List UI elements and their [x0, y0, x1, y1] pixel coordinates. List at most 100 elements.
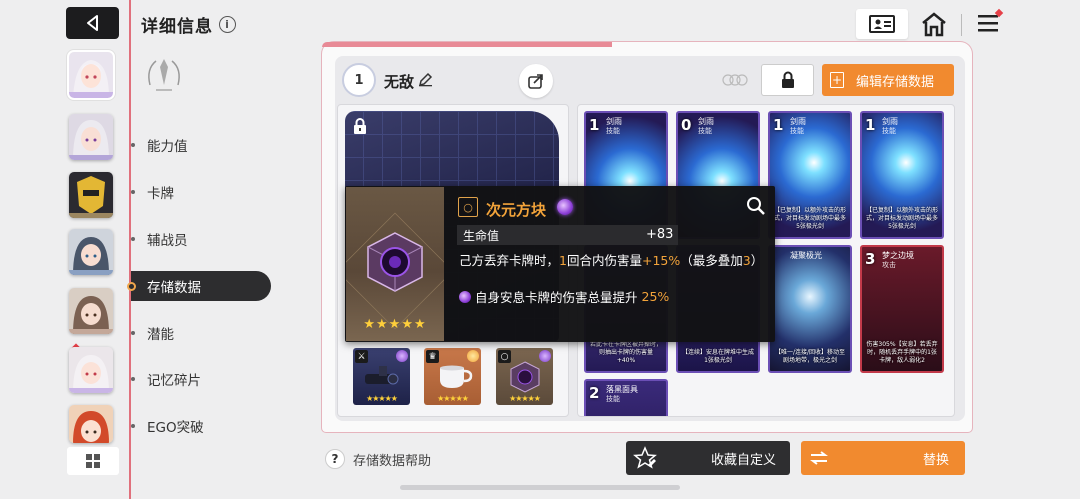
- card-cost: 2: [589, 384, 600, 402]
- character-portrait: [69, 288, 113, 334]
- character-portrait: [69, 114, 113, 160]
- home-button[interactable]: [918, 9, 950, 39]
- grid-view-button[interactable]: [67, 447, 119, 475]
- character-avatar-5[interactable]: [69, 288, 113, 334]
- tooltip-effect-1: 己方丢弃卡牌时，1回合内伤害量+15%（最多叠加3）: [459, 252, 764, 270]
- id-card-icon: [869, 15, 895, 33]
- slot-stars: ★★★★★: [509, 394, 541, 403]
- skill-card-3[interactable]: 1 剑雨 技能 【已复制】以额外攻击的形式，对目标发动剧场中最多5张极光剑: [768, 111, 852, 239]
- character-portrait: [69, 52, 113, 98]
- inspect-button[interactable]: [744, 194, 768, 218]
- card-desc: 【唯一/连接/回收】移动至剧场地带，极光之剑: [774, 349, 846, 364]
- skill-card-7[interactable]: 凝聚极光 【唯一/连接/回收】移动至剧场地带，极光之剑: [768, 245, 852, 373]
- equipment-slot-weapon[interactable]: ⚔ ★★★★★: [353, 348, 410, 405]
- nav-label: EGO突破: [147, 420, 204, 436]
- equipment-slot-armor[interactable]: ♛ ★★★★★: [424, 348, 481, 405]
- swap-icon: [810, 451, 828, 465]
- deck-level: 1: [354, 72, 364, 88]
- weapon-item-icon: [365, 366, 399, 385]
- deck-level-badge: 1: [342, 63, 376, 97]
- nav-item-potential[interactable]: 潜能: [131, 318, 271, 348]
- tooltip-item-image: ★★★★★: [346, 187, 444, 341]
- nav-bullet: [131, 424, 135, 428]
- grid-icon: [86, 454, 100, 468]
- nav-label: 存储数据: [147, 280, 201, 296]
- effect-highlight: 3: [742, 253, 751, 268]
- replace-button[interactable]: 替换: [801, 441, 965, 475]
- character-emblem-icon: [140, 55, 188, 101]
- nav-item-saved-data[interactable]: 存储数据: [127, 271, 271, 301]
- character-avatar-4[interactable]: [69, 229, 113, 275]
- lock-icon: [781, 71, 794, 88]
- share-button[interactable]: [519, 64, 553, 98]
- tooltip-stars: ★★★★★: [363, 317, 427, 332]
- card-name: 凝聚极光: [790, 251, 822, 260]
- tooltip-effect-2: 自身安息卡牌的伤害总量提升 25%: [459, 287, 669, 306]
- effect-highlight: 1: [559, 253, 567, 268]
- active-ring-icon: [127, 281, 136, 291]
- card-desc: 【已复制】以额外攻击的形式，对目标发动剧场中最多5张极光剑: [866, 207, 939, 230]
- equipment-slot-accessory[interactable]: ○ ★★★★★: [496, 348, 553, 405]
- nav-bullet: [131, 190, 135, 194]
- panel-accent-stripe: [322, 42, 612, 47]
- help-label: 存储数据帮助: [353, 453, 432, 469]
- character-portrait: [69, 405, 113, 443]
- nav-item-memory[interactable]: 记忆碎片: [131, 364, 271, 394]
- tooltip-title: 次元方块: [486, 201, 547, 219]
- slot-stars: ★★★★★: [437, 394, 469, 403]
- menu-icon: [978, 8, 1004, 32]
- card-type: 技能: [606, 127, 620, 135]
- dimension-cube-icon: [367, 232, 423, 292]
- nav-bullet: [131, 143, 135, 147]
- character-portrait: [69, 229, 113, 275]
- character-portrait: [69, 172, 113, 218]
- effect-text: 己方丢弃卡牌时，: [459, 253, 560, 268]
- effect-highlight: 25%: [641, 289, 670, 304]
- character-avatar-6[interactable]: [69, 347, 113, 393]
- system-home-indicator: [400, 485, 680, 490]
- page-title: 详细信息 i: [141, 12, 236, 37]
- back-button[interactable]: [66, 7, 119, 39]
- stat-label: 生命值: [463, 229, 500, 243]
- effect-text: （最多叠加: [680, 253, 743, 268]
- attack-card-8[interactable]: 3 梦之边境 攻击 伤害305%【安息】若丢弃时，随机丢弃手牌中的1张卡牌，敌人…: [860, 245, 944, 373]
- character-portrait: [69, 347, 113, 393]
- nav-label: 记忆碎片: [147, 373, 201, 389]
- character-avatar-3[interactable]: [69, 172, 113, 218]
- dimension-cube-icon: [510, 361, 540, 393]
- skill-card-4[interactable]: 1 剑雨 技能 【已复制】以额外攻击的形式，对目标发动剧场中最多5张极光剑: [860, 111, 944, 239]
- effect-highlight: +15%: [641, 253, 681, 268]
- info-icon[interactable]: i: [219, 16, 236, 33]
- favorite-custom-button[interactable]: 收藏自定义: [626, 441, 790, 475]
- profile-card-button[interactable]: [856, 9, 908, 39]
- card-desc: 若此卡在卡牌区被弃掉时，则抽出卡牌的伤害量+40%: [590, 341, 663, 364]
- decor-rings-icon: [720, 72, 750, 86]
- rename-button[interactable]: [418, 72, 433, 87]
- character-avatar-1[interactable]: [67, 50, 115, 100]
- card-cost: 0: [681, 116, 692, 134]
- back-arrow-icon: [86, 15, 98, 31]
- lock-button[interactable]: [761, 64, 814, 96]
- edit-doc-icon: +: [830, 72, 844, 88]
- nav-label: 辅战员: [147, 233, 188, 249]
- ring-icon: ○: [458, 197, 478, 217]
- character-avatar-7[interactable]: [69, 405, 113, 443]
- question-icon: ?: [325, 449, 345, 469]
- skill-card-9[interactable]: 2 落黑面具 技能: [584, 379, 668, 416]
- nav-item-cards[interactable]: 卡牌: [131, 177, 271, 207]
- character-avatar-2[interactable]: [69, 114, 113, 160]
- menu-button[interactable]: [975, 8, 1005, 38]
- replace-label: 替换: [922, 452, 949, 468]
- deck-name: 无敌: [384, 73, 415, 91]
- nav-item-stats[interactable]: 能力值: [131, 130, 271, 160]
- card-type: 技能: [698, 127, 712, 135]
- card-cost: 1: [589, 116, 600, 134]
- edit-saved-data-button[interactable]: + 编辑存储数据: [822, 64, 954, 96]
- search-icon: [747, 197, 765, 215]
- nav-item-support[interactable]: 辅战员: [131, 224, 271, 254]
- void-orb-icon: [459, 290, 471, 303]
- help-link[interactable]: ? 存储数据帮助: [325, 449, 431, 469]
- slot-stars: ★★★★★: [366, 394, 398, 403]
- page-title-text: 详细信息: [141, 17, 213, 37]
- nav-item-ego[interactable]: EGO突破: [131, 411, 271, 441]
